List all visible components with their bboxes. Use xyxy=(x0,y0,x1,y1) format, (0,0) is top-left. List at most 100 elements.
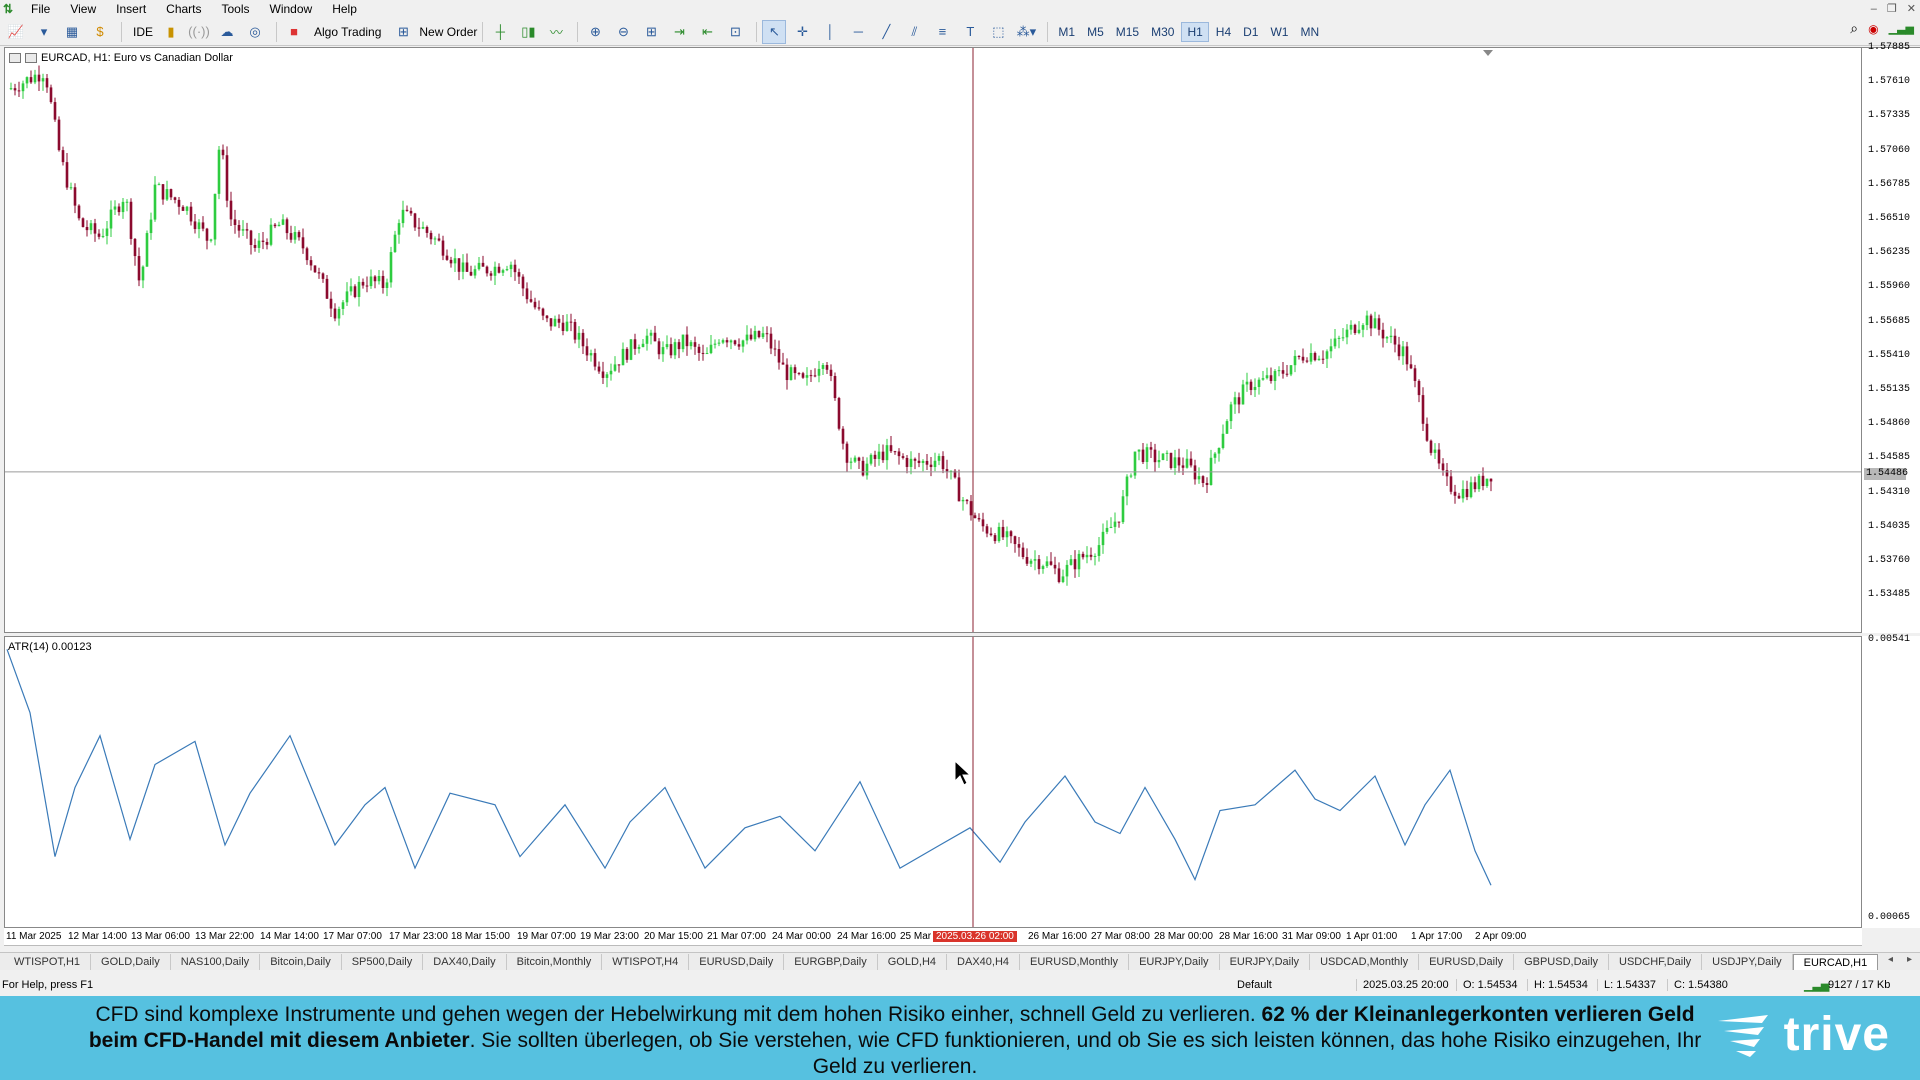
chart-tab[interactable]: EURUSD,Monthly xyxy=(1020,953,1130,970)
candlestick-icon[interactable]: ▯▮ xyxy=(516,20,540,44)
menu-insert[interactable]: Insert xyxy=(106,0,156,18)
zoom-out-icon[interactable]: ⊖ xyxy=(611,20,635,44)
zoom-in-icon[interactable]: ⊕ xyxy=(583,20,607,44)
timeframe-h4[interactable]: H4 xyxy=(1211,23,1236,41)
chart-tab[interactable]: EURGBP,Daily xyxy=(784,953,878,970)
bearish-candle xyxy=(845,441,849,473)
bullish-candle xyxy=(665,335,669,350)
search-icon[interactable]: ⌕ xyxy=(1850,20,1858,37)
templates-icon[interactable]: ▾ xyxy=(32,20,56,44)
bearish-candle xyxy=(361,278,365,289)
bullish-candle xyxy=(217,146,221,200)
market-watch-icon[interactable]: $ xyxy=(88,20,112,44)
screenshot-icon[interactable]: ⊡ xyxy=(723,20,747,44)
bar-chart-icon[interactable]: ┼ xyxy=(488,20,512,44)
menu-window[interactable]: Window xyxy=(260,0,323,18)
objects-icon[interactable]: ⁂▾ xyxy=(1014,20,1038,44)
text-icon[interactable]: T xyxy=(958,20,982,44)
chart-tab[interactable]: GOLD,Daily xyxy=(91,953,171,970)
trendline-icon[interactable]: ╱ xyxy=(874,20,898,44)
minimize-icon[interactable]: – xyxy=(1871,0,1877,18)
timeframe-m1[interactable]: M1 xyxy=(1053,23,1080,41)
chart-shift-icon[interactable]: ⇤ xyxy=(695,20,719,44)
chart-tab[interactable]: EURCAD,H1 xyxy=(1792,953,1879,970)
shapes-icon[interactable]: ⬚ xyxy=(986,20,1010,44)
toolbar-separator xyxy=(276,21,277,42)
chart-tab[interactable]: Bitcoin,Daily xyxy=(260,953,342,970)
ide-button[interactable]: IDE xyxy=(131,20,155,44)
chart-tab[interactable]: GOLD,H4 xyxy=(878,953,948,970)
close-icon[interactable]: ✕ xyxy=(1907,0,1916,18)
new-order-icon[interactable]: ⊞ xyxy=(391,20,415,44)
profiles-icon[interactable]: ▦ xyxy=(60,20,84,44)
chart-tab[interactable]: EURJPY,Daily xyxy=(1129,953,1220,970)
toolbar-separator xyxy=(756,21,758,42)
bearish-candle xyxy=(981,512,985,532)
menu-help[interactable]: Help xyxy=(322,0,367,18)
horizontal-line-icon[interactable]: ─ xyxy=(846,20,870,44)
bearish-candle xyxy=(77,204,81,221)
bearish-candle xyxy=(857,456,861,469)
chart-tab[interactable]: USDJPY,Daily xyxy=(1702,953,1793,970)
chart-tab[interactable]: GBPUSD,Daily xyxy=(1514,953,1610,970)
timeframe-d1[interactable]: D1 xyxy=(1238,23,1263,41)
new-chart-icon[interactable]: 📈 xyxy=(4,20,28,44)
chart-tab[interactable]: USDCAD,Monthly xyxy=(1310,953,1420,970)
timeframe-m30[interactable]: M30 xyxy=(1146,23,1179,41)
bullish-candle xyxy=(589,349,593,362)
menu-tools[interactable]: Tools xyxy=(212,0,260,18)
chart-tab[interactable]: SP500,Daily xyxy=(342,953,424,970)
crosshair-icon[interactable]: ✛ xyxy=(790,20,814,44)
chart-tab[interactable]: WTISPOT,H4 xyxy=(602,953,690,970)
globe-icon[interactable]: ◎ xyxy=(243,20,267,44)
chart-tab[interactable]: EURUSD,Daily xyxy=(1419,953,1515,970)
chart-tab[interactable]: EURJPY,Daily xyxy=(1220,953,1311,970)
line-chart-icon[interactable]: 〰 xyxy=(544,20,568,44)
new-order-button[interactable]: New Order xyxy=(419,25,477,39)
notifications-icon[interactable]: ◉ xyxy=(1868,22,1878,36)
fibonacci-icon[interactable]: ≡ xyxy=(930,20,954,44)
chart-tab[interactable]: DAX40,Daily xyxy=(423,953,507,970)
bullish-candle xyxy=(717,339,721,347)
timeframe-mn[interactable]: MN xyxy=(1295,23,1324,41)
atr-indicator-pane[interactable]: ATR(14) 0.00123 xyxy=(4,636,1862,928)
chart-tab[interactable]: Bitcoin,Monthly xyxy=(507,953,603,970)
timeframe-w1[interactable]: W1 xyxy=(1265,23,1293,41)
chart-tab[interactable]: WTISPOT,H1 xyxy=(4,953,92,970)
bearish-candle xyxy=(529,290,533,303)
bullish-candle xyxy=(1165,450,1169,461)
bullish-candle xyxy=(397,219,401,244)
menu-charts[interactable]: Charts xyxy=(156,0,211,18)
restore-icon[interactable]: ❐ xyxy=(1887,0,1897,18)
tile-windows-icon[interactable]: ⊞ xyxy=(639,20,663,44)
cloud-icon[interactable]: ☁ xyxy=(215,20,239,44)
vertical-line-icon[interactable]: │ xyxy=(818,20,842,44)
price-chart[interactable]: EURCAD, H1: Euro vs Canadian Dollar xyxy=(4,47,1862,633)
menu-view[interactable]: View xyxy=(60,0,106,18)
chart-tab[interactable]: EURUSD,Daily xyxy=(689,953,785,970)
tab-right-icon[interactable]: ▸ xyxy=(1907,954,1912,965)
timeframe-m5[interactable]: M5 xyxy=(1082,23,1109,41)
cursor-icon[interactable]: ↖ xyxy=(762,19,787,44)
autoscroll-icon[interactable]: ⇥ xyxy=(667,20,691,44)
briefcase-icon[interactable]: ▮ xyxy=(159,20,183,44)
tab-scroll-arrows[interactable]: ◂ ▸ xyxy=(1888,954,1912,965)
tab-left-icon[interactable]: ◂ xyxy=(1888,954,1893,965)
menu-file[interactable]: File xyxy=(21,0,60,18)
algo-trading-icon[interactable]: ■ xyxy=(282,20,306,44)
time-tick-label: 19 Mar 23:00 xyxy=(580,931,639,942)
algo-trading-button[interactable]: Algo Trading xyxy=(314,25,381,39)
timeframe-m15[interactable]: M15 xyxy=(1111,23,1144,41)
bearish-candle xyxy=(441,235,445,261)
chart-tab[interactable]: USDCHF,Daily xyxy=(1609,953,1703,970)
chart-tab[interactable]: NAS100,Daily xyxy=(171,953,261,970)
bullish-candle xyxy=(1477,473,1481,492)
chart-shift-marker[interactable] xyxy=(1483,50,1493,56)
bearish-candle xyxy=(533,297,537,310)
signal-icon[interactable]: ((·)) xyxy=(187,20,211,44)
bullish-candle xyxy=(645,328,649,351)
bearish-candle xyxy=(929,457,933,477)
chart-tab[interactable]: DAX40,H4 xyxy=(947,953,1021,970)
timeframe-h1[interactable]: H1 xyxy=(1181,21,1209,42)
channel-icon[interactable]: ⫽ xyxy=(902,20,926,44)
